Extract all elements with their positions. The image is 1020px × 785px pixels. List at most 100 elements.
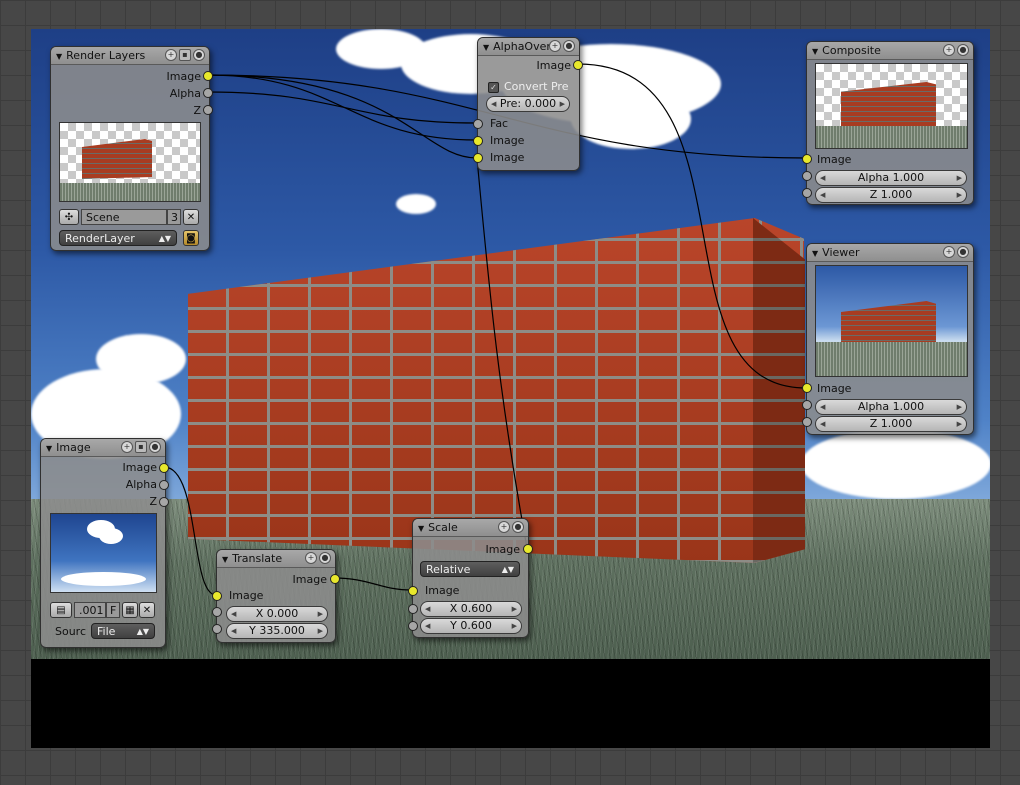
triangle-down-icon[interactable]: ▼ (56, 52, 62, 61)
socket-input-x[interactable] (408, 604, 418, 614)
input-label: Image (490, 134, 525, 147)
z-field[interactable]: ◀ Z 1.000 ▶ (815, 416, 967, 432)
plus-icon[interactable]: + (498, 521, 510, 533)
close-icon[interactable]: ● (563, 40, 575, 52)
alpha-field[interactable]: ◀ Alpha 1.000 ▶ (815, 170, 967, 186)
y-field[interactable]: ◀ Y 335.000 ▶ (226, 623, 328, 639)
space-dropdown[interactable]: Relative ▲▼ (420, 561, 520, 577)
socket-input-image[interactable] (212, 591, 222, 601)
y-field[interactable]: ◀ Y 0.600 ▶ (420, 618, 522, 634)
brick-wall-side (753, 218, 805, 563)
translate-node[interactable]: ▼ Translate + ● Image Image ◀ X 0.000 ▶ ◀ Y 3… (216, 549, 336, 643)
socket-input-fac[interactable] (473, 119, 483, 129)
node-header[interactable]: ▼ AlphaOver + ● (478, 38, 579, 56)
plus-icon[interactable]: + (305, 552, 317, 564)
node-header[interactable]: ▼ Render Layers + ▪ ● (51, 47, 209, 65)
socket-input-image[interactable] (473, 153, 483, 163)
cloud (571, 89, 691, 149)
socket-output-alpha[interactable] (203, 88, 213, 98)
socket-output-image[interactable] (203, 71, 213, 81)
output-label: Image (292, 573, 327, 586)
node-header[interactable]: ▼ Image + ▪ ● (41, 439, 165, 457)
dropdown-value: File (97, 625, 116, 638)
composite-node[interactable]: ▼ Composite + ● Image ◀ Alpha 1.000 ▶ ◀ Z 1.0… (806, 41, 974, 205)
socket-output-image[interactable] (573, 60, 583, 70)
socket-input-y[interactable] (212, 624, 222, 634)
socket-input-image[interactable] (408, 586, 418, 596)
image-node[interactable]: ▼ Image + ▪ ● Image Alpha Z ▤ .001 F ▦ ✕ So… (40, 438, 166, 648)
field-value: Alpha 1.000 (857, 171, 925, 184)
close-icon[interactable]: ✕ (139, 602, 155, 618)
scene-field[interactable]: Scene (81, 209, 167, 225)
image-preview-icon[interactable]: ▪ (135, 441, 147, 453)
scene-icon[interactable]: ✣ (59, 209, 79, 225)
viewer-node[interactable]: ▼ Viewer + ● Image ◀ Alpha 1.000 ▶ ◀ Z 1.000 ▶ (806, 243, 974, 435)
socket-input-image[interactable] (473, 136, 483, 146)
field-value: Z 1.000 (869, 188, 913, 201)
close-icon[interactable]: ● (957, 246, 969, 258)
plus-icon[interactable]: + (549, 40, 561, 52)
node-header[interactable]: ▼ Composite + ● (807, 42, 973, 60)
socket-input-image[interactable] (802, 383, 812, 393)
renderlayer-dropdown[interactable]: RenderLayer ▲▼ (59, 230, 177, 246)
source-dropdown[interactable]: File ▲▼ (91, 623, 155, 639)
triangle-down-icon[interactable]: ▼ (812, 249, 818, 258)
image-name-field[interactable]: .001 (74, 602, 106, 618)
socket-output-image[interactable] (330, 574, 340, 584)
node-title: Render Layers (66, 49, 146, 62)
triangle-down-icon[interactable]: ▼ (483, 43, 489, 52)
node-header[interactable]: ▼ Translate + ● (217, 550, 335, 568)
socket-input-alpha[interactable] (802, 171, 812, 181)
node-title: Image (56, 441, 91, 454)
node-header[interactable]: ▼ Viewer + ● (807, 244, 973, 262)
socket-output-image[interactable] (523, 544, 533, 554)
socket-input-x[interactable] (212, 607, 222, 617)
socket-input-z[interactable] (802, 188, 812, 198)
socket-output-image[interactable] (159, 463, 169, 473)
z-field[interactable]: ◀ Z 1.000 ▶ (815, 187, 967, 203)
composite-preview (815, 63, 968, 149)
socket-output-alpha[interactable] (159, 480, 169, 490)
socket-output-z[interactable] (159, 497, 169, 507)
input-label: Fac (490, 117, 509, 130)
triangle-down-icon[interactable]: ▼ (46, 444, 52, 453)
close-icon[interactable]: ● (193, 49, 205, 61)
alpha-field[interactable]: ◀ Alpha 1.000 ▶ (815, 399, 967, 415)
triangle-down-icon[interactable]: ▼ (222, 555, 228, 564)
folder-icon[interactable]: ▦ (122, 602, 138, 618)
socket-input-y[interactable] (408, 621, 418, 631)
socket-input-image[interactable] (802, 154, 812, 164)
input-label: Image (229, 589, 264, 602)
scale-node[interactable]: ▼ Scale + ● Image Relative ▲▼ Image ◀ X 0.60… (412, 518, 529, 638)
close-icon[interactable]: ● (512, 521, 524, 533)
triangle-down-icon[interactable]: ▼ (418, 524, 424, 533)
close-icon[interactable]: ● (319, 552, 331, 564)
fake-user-toggle[interactable]: F (106, 602, 120, 618)
node-title: Translate (232, 552, 283, 565)
plus-icon[interactable]: + (165, 49, 177, 61)
render-layers-node[interactable]: ▼ Render Layers + ▪ ● Image Alpha Z ✣ Scene… (50, 46, 210, 251)
alphaover-node[interactable]: ▼ AlphaOver + ● Image ✓ Convert Pre ◀ Pre: 0… (477, 37, 580, 171)
node-header[interactable]: ▼ Scale + ● (413, 519, 528, 537)
plus-icon[interactable]: + (943, 246, 955, 258)
close-icon[interactable]: ✕ (183, 209, 199, 225)
convert-pre-checkbox[interactable]: ✓ Convert Pre (488, 80, 568, 93)
output-label: Z (149, 495, 157, 508)
plus-icon[interactable]: + (121, 441, 133, 453)
x-field[interactable]: ◀ X 0.000 ▶ (226, 606, 328, 622)
image-preview-icon[interactable]: ▪ (179, 49, 191, 61)
close-icon[interactable]: ● (957, 44, 969, 56)
input-label: Image (490, 151, 525, 164)
triangle-down-icon[interactable]: ▼ (812, 47, 818, 56)
field-value: Y 335.000 (249, 624, 305, 637)
camera-icon[interactable]: ◙ (183, 230, 199, 246)
socket-input-z[interactable] (802, 417, 812, 427)
premul-field[interactable]: ◀ Pre: 0.000 ▶ (486, 96, 570, 112)
preview-wall (841, 82, 936, 130)
plus-icon[interactable]: + (943, 44, 955, 56)
close-icon[interactable]: ● (149, 441, 161, 453)
socket-input-alpha[interactable] (802, 400, 812, 410)
image-icon[interactable]: ▤ (50, 602, 72, 618)
socket-output-z[interactable] (203, 105, 213, 115)
x-field[interactable]: ◀ X 0.600 ▶ (420, 601, 522, 617)
